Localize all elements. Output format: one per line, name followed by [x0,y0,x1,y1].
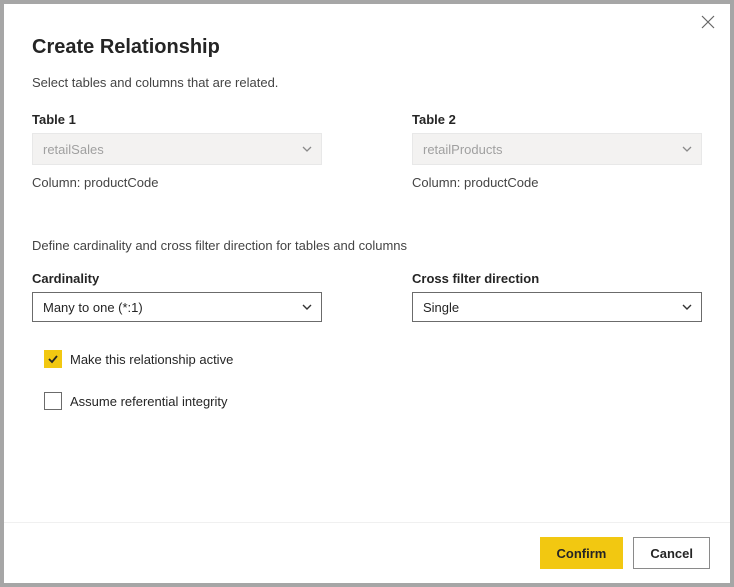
cancel-button[interactable]: Cancel [633,537,710,569]
table1-label: Table 1 [32,112,322,127]
close-icon[interactable] [700,14,716,30]
cardinality-value: Many to one (*:1) [43,300,143,315]
table2-value: retailProducts [423,142,502,157]
table1-value: retailSales [43,142,104,157]
crossfilter-label: Cross filter direction [412,271,702,286]
dialog-footer: Confirm Cancel [4,522,730,583]
cardinality-select[interactable]: Many to one (*:1) [32,292,322,322]
referential-checkbox-label: Assume referential integrity [70,394,228,409]
dialog-title: Create Relationship [32,36,702,59]
table1-column: Column: productCode [32,175,322,190]
table2-label: Table 2 [412,112,702,127]
confirm-button[interactable]: Confirm [540,537,624,569]
crossfilter-value: Single [423,300,459,315]
active-checkbox-label: Make this relationship active [70,352,233,367]
chevron-down-icon [301,301,313,313]
dialog-subtitle: Select tables and columns that are relat… [32,75,702,90]
cardinality-section-note: Define cardinality and cross filter dire… [32,238,702,253]
cardinality-label: Cardinality [32,271,322,286]
table1-select[interactable]: retailSales [32,133,322,165]
create-relationship-dialog: Create Relationship Select tables and co… [4,4,730,583]
chevron-down-icon [681,143,693,155]
active-checkbox[interactable] [44,350,62,368]
table2-select[interactable]: retailProducts [412,133,702,165]
chevron-down-icon [301,143,313,155]
table2-column: Column: productCode [412,175,702,190]
crossfilter-select[interactable]: Single [412,292,702,322]
referential-checkbox[interactable] [44,392,62,410]
chevron-down-icon [681,301,693,313]
